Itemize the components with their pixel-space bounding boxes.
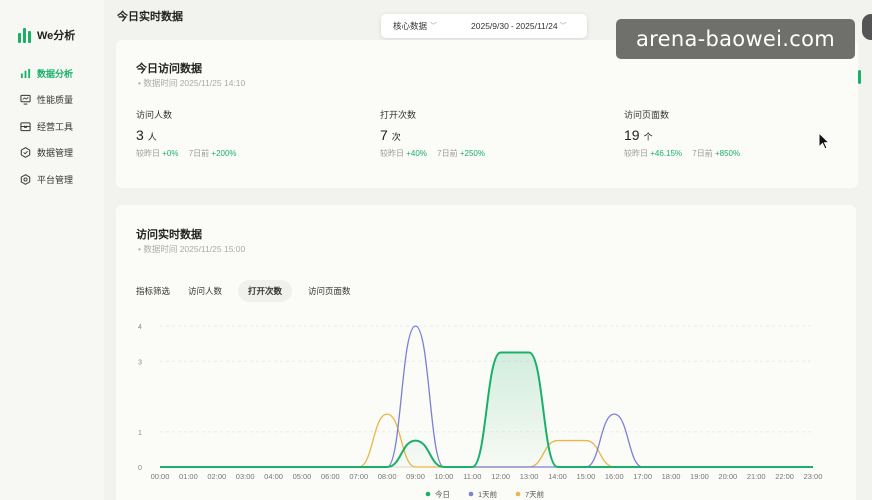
x-tick-label: 13:00 xyxy=(520,472,539,481)
x-tick-label: 18:00 xyxy=(662,472,681,481)
x-tick-label: 17:00 xyxy=(633,472,652,481)
x-tick-label: 19:00 xyxy=(690,472,709,481)
y-tick-label: 1 xyxy=(138,430,142,437)
x-tick-label: 10:00 xyxy=(435,472,454,481)
y-tick-label: 3 xyxy=(138,359,142,366)
floating-handle[interactable] xyxy=(862,14,872,40)
legend-label: 1天前 xyxy=(478,489,498,499)
x-tick-label: 07:00 xyxy=(349,472,368,481)
x-tick-label: 20:00 xyxy=(718,472,737,481)
x-tick-label: 14:00 xyxy=(548,472,567,481)
scroll-indicator[interactable] xyxy=(858,70,861,84)
x-tick-label: 02:00 xyxy=(207,472,226,481)
x-tick-label: 16:00 xyxy=(605,472,624,481)
x-tick-label: 06:00 xyxy=(321,472,340,481)
x-tick-label: 09:00 xyxy=(406,472,425,481)
x-tick-label: 03:00 xyxy=(236,472,255,481)
x-tick-label: 15:00 xyxy=(576,472,595,481)
y-tick-label: 0 xyxy=(138,465,142,472)
x-tick-label: 00:00 xyxy=(151,472,170,481)
x-tick-label: 21:00 xyxy=(747,472,766,481)
watermark: arena-baowei.com xyxy=(616,19,855,59)
legend-label: 7天前 xyxy=(525,489,545,499)
x-tick-label: 23:00 xyxy=(804,472,823,481)
legend-marker xyxy=(515,491,521,497)
x-tick-label: 08:00 xyxy=(378,472,397,481)
legend-label: 今日 xyxy=(435,489,450,499)
legend-marker xyxy=(468,491,474,497)
x-tick-label: 22:00 xyxy=(775,472,794,481)
mouse-cursor-icon xyxy=(818,132,831,150)
x-tick-label: 05:00 xyxy=(293,472,312,481)
x-tick-label: 11:00 xyxy=(463,472,481,481)
x-tick-label: 04:00 xyxy=(264,472,283,481)
legend-marker xyxy=(425,491,431,497)
realtime-line-chart: 0 1 3 4 00:00 01:00 02:00 03:00 04:00 05:00 06:00 0… xyxy=(138,324,823,499)
y-tick-label: 4 xyxy=(138,324,142,331)
x-tick-label: 12:00 xyxy=(491,472,510,481)
x-tick-label: 01:00 xyxy=(179,472,198,481)
